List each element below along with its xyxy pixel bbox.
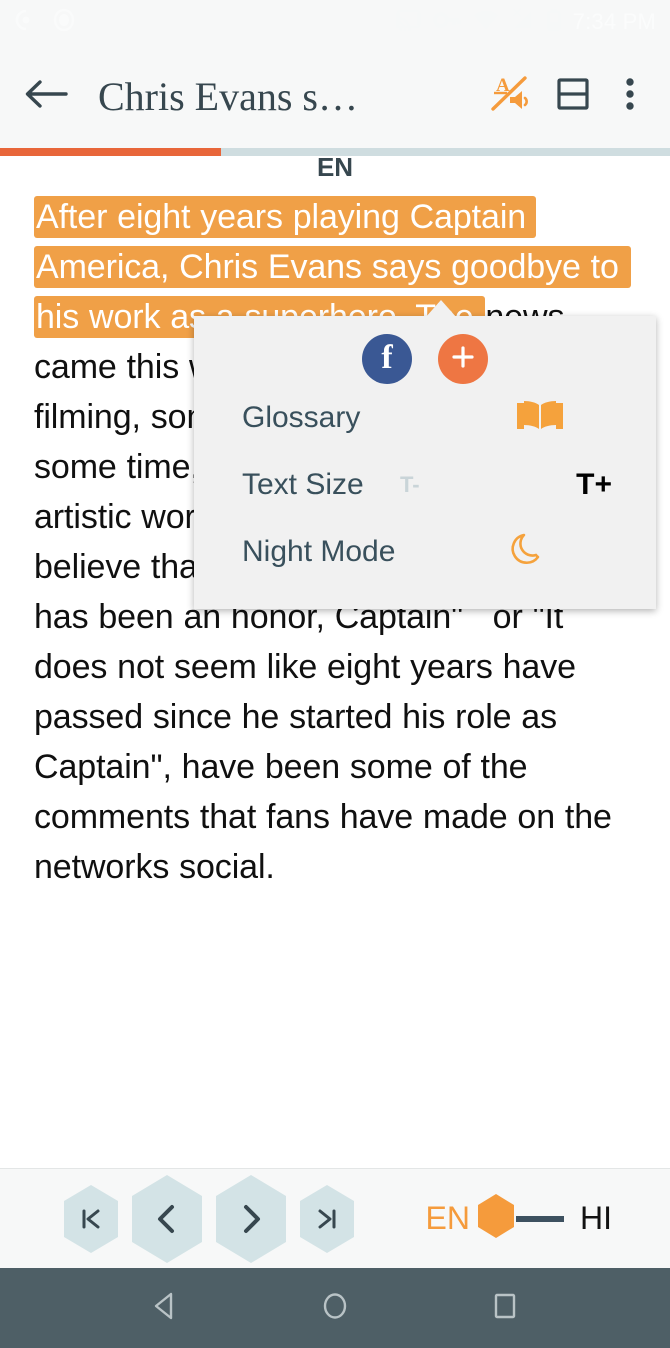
menu-item-night-mode-label: Night Mode: [242, 534, 396, 568]
cell-signal-off-icon: [511, 8, 535, 37]
battery-icon: [547, 8, 561, 37]
page-title: Chris Evans s…: [98, 73, 358, 119]
overflow-menu-icon: [624, 72, 636, 121]
app-bar: Chris Evans s… A: [0, 44, 670, 148]
split-view-icon: [551, 72, 595, 121]
language-toggle-hi-label[interactable]: HI: [580, 1200, 612, 1237]
android-back-icon: [148, 1289, 182, 1328]
last-page-button[interactable]: [296, 1183, 358, 1255]
notification-oval-icon: [52, 7, 76, 38]
popup-menu-caret: [425, 300, 457, 318]
text-to-speech-mute-icon: A: [486, 71, 532, 122]
vpn-key-icon: [432, 9, 461, 36]
menu-item-glossary-label: Glossary: [242, 400, 361, 434]
menu-item-text-size[interactable]: Text Size T- T+: [194, 451, 656, 518]
status-bar-right-icons: 7:34 PM: [395, 8, 656, 37]
add-button[interactable]: [438, 334, 488, 384]
plus-icon: [450, 344, 476, 375]
first-page-button[interactable]: [60, 1183, 122, 1255]
next-page-button[interactable]: [212, 1173, 290, 1265]
previous-page-button[interactable]: [128, 1173, 206, 1265]
crescent-moon-icon: [508, 529, 548, 574]
notification-circle-icon: [14, 8, 38, 37]
skip-to-end-icon: [296, 1183, 358, 1255]
android-navigation-bar: [0, 1268, 670, 1348]
menu-item-night-mode[interactable]: Night Mode: [194, 518, 656, 585]
reader-content-area: EN After eight years playing Captain Ame…: [0, 156, 670, 1168]
language-toggle-track[interactable]: [516, 1215, 564, 1222]
android-home-icon: [318, 1289, 352, 1328]
menu-item-text-size-label: Text Size: [242, 467, 364, 501]
android-back-button[interactable]: [130, 1273, 200, 1343]
menu-item-glossary-icon-area: [514, 395, 630, 440]
back-button[interactable]: [18, 68, 74, 124]
share-row: f: [194, 316, 656, 384]
language-toggle-en-label[interactable]: EN: [426, 1200, 470, 1237]
text-size-controls: T- T+: [400, 468, 630, 502]
popup-menu: f Glossary Text Size T- T+ Night Mode: [194, 316, 656, 609]
cast-icon: [395, 8, 421, 37]
chevron-right-icon: [212, 1173, 290, 1265]
status-bar-left-icons: [14, 7, 76, 38]
android-recents-button[interactable]: [470, 1273, 540, 1343]
reader-control-bar: EN HI: [0, 1168, 670, 1268]
reading-progress-fill: [0, 148, 222, 156]
skip-to-start-icon: [60, 1183, 122, 1255]
split-view-button[interactable]: [544, 67, 602, 125]
android-recents-icon: [488, 1289, 522, 1328]
facebook-icon: f: [381, 339, 393, 376]
chevron-left-icon: [128, 1173, 206, 1265]
language-toggle-knob[interactable]: [474, 1192, 518, 1245]
wifi-icon: [473, 9, 499, 36]
back-arrow-icon: [24, 76, 68, 117]
open-book-icon: [514, 395, 566, 440]
status-bar-clock: 7:34 PM: [572, 9, 656, 34]
text-decrease-button[interactable]: T-: [400, 472, 420, 498]
pager-controls: [60, 1173, 358, 1265]
menu-item-night-mode-icon-area: [508, 529, 630, 574]
reader-language-label: EN: [316, 156, 354, 182]
status-bar: 7:34 PM: [0, 0, 670, 44]
overflow-menu-button[interactable]: [608, 67, 652, 125]
android-home-button[interactable]: [300, 1273, 370, 1343]
text-to-speech-button[interactable]: A: [480, 67, 538, 125]
facebook-share-button[interactable]: f: [362, 334, 412, 384]
text-increase-button[interactable]: T+: [576, 468, 612, 502]
menu-item-glossary[interactable]: Glossary: [194, 384, 656, 451]
language-toggle[interactable]: EN HI: [426, 1192, 640, 1245]
reading-progress-bar[interactable]: [0, 148, 670, 156]
